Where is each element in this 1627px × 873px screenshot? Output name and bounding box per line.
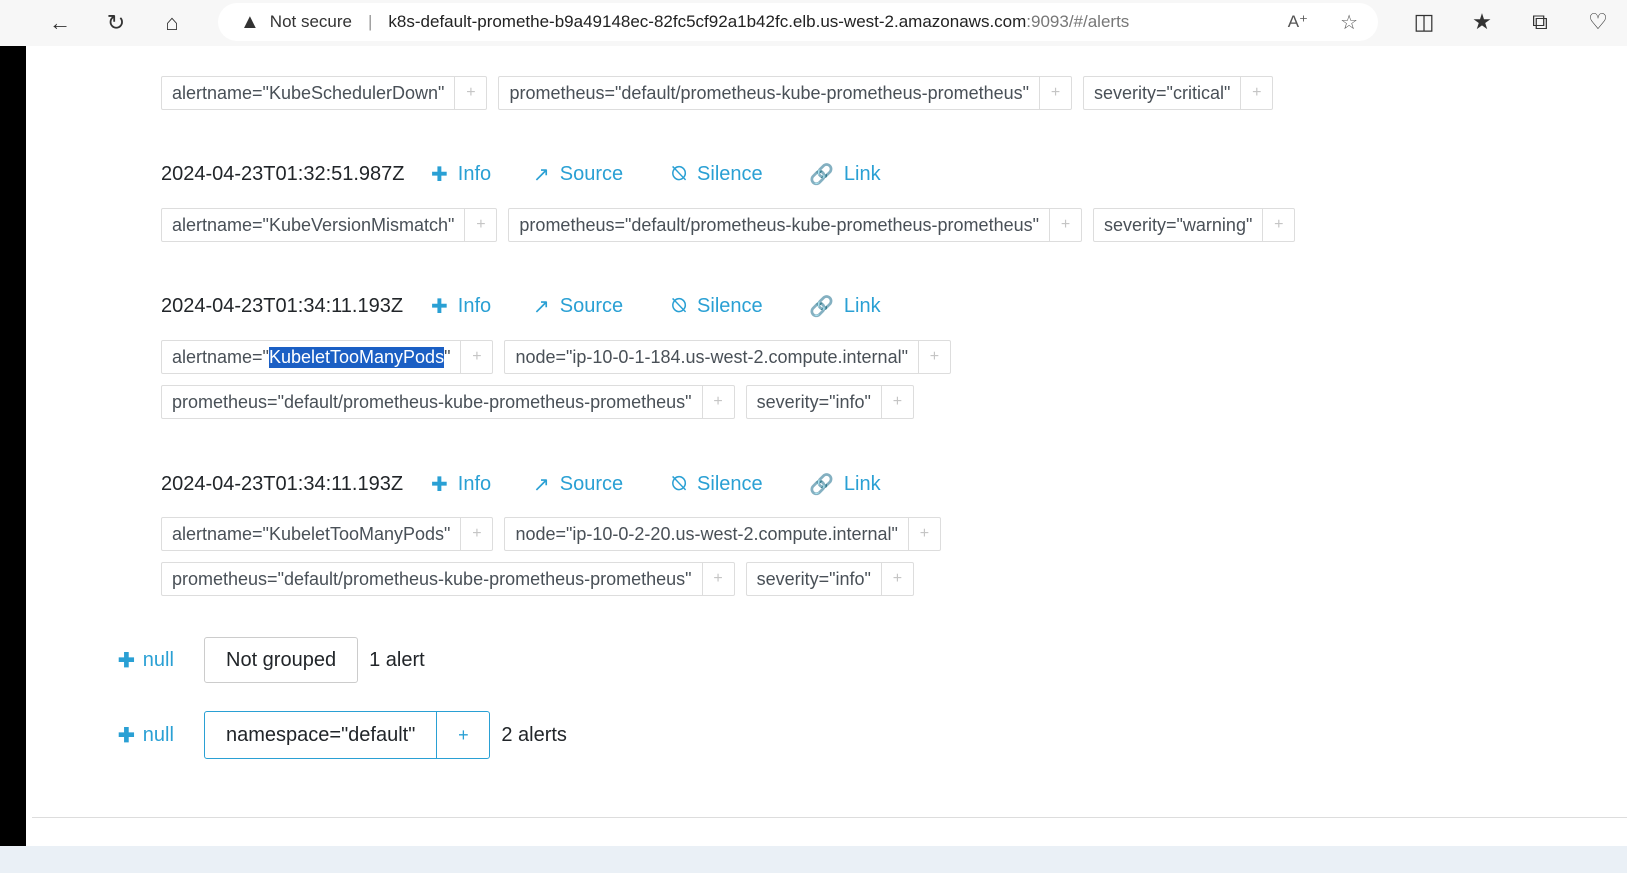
alert-header: 2024-04-23T01:34:11.193Z ✚ Info ↗ Source ⦰… (161, 291, 881, 321)
label-tag[interactable]: prometheus="default/prometheus-kube-prom… (508, 208, 1082, 242)
url-host: k8s-default-promethe-b9a49148ec-82fc5cf9… (388, 12, 1027, 31)
alert-count: 2 alerts (501, 723, 567, 746)
alert-timestamp: 2024-04-23T01:34:11.193Z (161, 472, 404, 495)
expand-group-button[interactable]: ✚ null (118, 723, 204, 748)
add-filter-plus[interactable]: + (436, 712, 489, 758)
add-filter-plus[interactable]: + (917, 341, 950, 373)
favorite-star-icon[interactable]: ☆ (1340, 10, 1358, 35)
add-filter-plus[interactable]: + (880, 563, 913, 595)
add-filter-plus[interactable]: + (880, 386, 913, 418)
alert-labels: alertname="KubeVersionMismatch" + prometh… (161, 208, 1306, 242)
label-tag[interactable]: alertname="KubeVersionMismatch" + (161, 208, 498, 242)
alert-labels: alertname="KubeletTooManyPods"+ node="ip… (161, 517, 952, 551)
label-tag[interactable]: alertname="KubeletTooManyPods"+ (161, 517, 494, 551)
split-screen-icon[interactable]: ◫ (1395, 0, 1453, 44)
alerts-page: alertname="KubeSchedulerDown" + prometheu… (26, 46, 1627, 846)
info-button[interactable]: ✚ Info (431, 294, 533, 319)
alert-timestamp: 2024-04-23T01:34:11.193Z (161, 294, 404, 317)
info-button[interactable]: ✚ Info (431, 472, 533, 497)
read-aloud-icon[interactable]: A⁺ (1288, 12, 1308, 32)
group-label[interactable]: Not grouped (204, 637, 359, 683)
expand-group-button[interactable]: ✚ null (118, 648, 204, 673)
url-path: :9093/#/alerts (1026, 12, 1130, 31)
add-filter-plus[interactable]: + (464, 209, 496, 241)
label-tag[interactable]: severity="warning" + (1093, 208, 1296, 242)
source-button[interactable]: ↗ Source (533, 472, 671, 497)
link-button[interactable]: 🔗 Link (809, 472, 881, 497)
alert-count: 1 alert (369, 648, 425, 671)
alert-timestamp: 2024-04-23T01:32:51.987Z (161, 162, 405, 185)
label-tag[interactable]: node="ip-10-0-1-184.us-west-2.compute.in… (504, 340, 951, 374)
alert-labels: alertname="KubeletTooManyPods"+ node="ip… (161, 340, 962, 374)
bell-slash-icon: ⦰ (671, 294, 688, 317)
link-button[interactable]: 🔗 Link (809, 294, 881, 319)
bell-slash-icon: ⦰ (671, 162, 688, 185)
add-filter-plus[interactable]: + (1039, 77, 1071, 109)
label-tag[interactable]: alertname="KubeletTooManyPods"+ (161, 340, 494, 374)
collections-icon[interactable]: ⧉ (1511, 0, 1569, 44)
plus-icon: ✚ (118, 649, 135, 672)
info-button[interactable]: ✚ Info (431, 162, 533, 187)
add-filter-plus[interactable]: + (454, 77, 486, 109)
warning-icon: ▲ (240, 10, 260, 33)
alert-labels: prometheus="default/prometheus-kube-prom… (161, 562, 925, 596)
label-tag[interactable]: severity="critical" + (1083, 76, 1274, 110)
add-filter-plus[interactable]: + (1240, 77, 1272, 109)
selected-text: KubeletTooManyPods (268, 346, 445, 368)
add-filter-plus[interactable]: + (701, 386, 734, 418)
source-button[interactable]: ↗ Source (533, 162, 671, 187)
url-separator: | (368, 12, 373, 31)
label-tag[interactable]: prometheus="default/prometheus-kube-prom… (161, 385, 735, 419)
plus-icon: ✚ (431, 295, 448, 318)
alert-labels: alertname="KubeSchedulerDown" + prometheu… (161, 76, 1284, 110)
alert-labels: prometheus="default/prometheus-kube-prom… (161, 385, 925, 419)
browser-toolbar: ← ↻ ⌂ ▲ Not secure | k8s-default-prometh… (0, 0, 1627, 46)
chart-line-icon: ↗ (533, 295, 550, 318)
favorites-icon[interactable]: ★ (1453, 0, 1511, 44)
plus-icon: ✚ (431, 473, 448, 496)
back-icon[interactable]: ← (38, 1, 82, 45)
alert-group-row: ✚ null namespace="default" + 2 alerts (118, 711, 567, 759)
alert-header: 2024-04-23T01:32:51.987Z ✚ Info ↗ Source ⦰… (161, 159, 881, 189)
silence-button[interactable]: ⦰ Silence (671, 163, 809, 186)
refresh-icon[interactable]: ↻ (94, 1, 138, 45)
link-icon: 🔗 (809, 163, 834, 186)
add-filter-plus[interactable]: + (460, 518, 492, 550)
chart-line-icon: ↗ (533, 473, 550, 496)
plus-icon: ✚ (431, 163, 448, 186)
link-icon: 🔗 (809, 473, 834, 496)
taskbar (0, 846, 1627, 873)
label-tag[interactable]: severity="info" + (745, 562, 914, 596)
link-button[interactable]: 🔗 Link (809, 162, 881, 187)
silence-button[interactable]: ⦰ Silence (671, 473, 809, 496)
address-bar[interactable]: ▲ Not secure | k8s-default-promethe-b9a4… (218, 3, 1378, 41)
label-tag[interactable]: severity="info" + (745, 385, 914, 419)
add-filter-plus[interactable]: + (701, 563, 734, 595)
label-tag[interactable]: prometheus="default/prometheus-kube-prom… (161, 562, 735, 596)
add-filter-plus[interactable]: + (1262, 209, 1294, 241)
add-filter-plus[interactable]: + (907, 518, 940, 550)
chart-line-icon: ↗ (533, 163, 550, 186)
link-icon: 🔗 (809, 295, 834, 318)
alert-group-row: ✚ null Not grouped 1 alert (118, 637, 425, 683)
source-button[interactable]: ↗ Source (533, 294, 671, 319)
alert-header: 2024-04-23T01:34:11.193Z ✚ Info ↗ Source ⦰… (161, 469, 881, 499)
label-tag[interactable]: prometheus="default/prometheus-kube-prom… (498, 76, 1073, 110)
bell-slash-icon: ⦰ (671, 472, 688, 495)
silence-button[interactable]: ⦰ Silence (671, 295, 809, 318)
left-window-edge (0, 46, 26, 846)
page-bottom-border (32, 817, 1627, 818)
add-filter-plus[interactable]: + (460, 341, 492, 373)
plus-icon: ✚ (118, 724, 135, 747)
label-tag[interactable]: alertname="KubeSchedulerDown" + (161, 76, 488, 110)
group-label[interactable]: namespace="default" + (204, 711, 491, 759)
add-filter-plus[interactable]: + (1049, 209, 1081, 241)
label-tag[interactable]: node="ip-10-0-2-20.us-west-2.compute.int… (504, 517, 941, 551)
browser-essentials-icon[interactable]: ♡ (1569, 0, 1627, 44)
not-secure-label[interactable]: Not secure (270, 12, 352, 32)
home-icon[interactable]: ⌂ (150, 1, 194, 45)
